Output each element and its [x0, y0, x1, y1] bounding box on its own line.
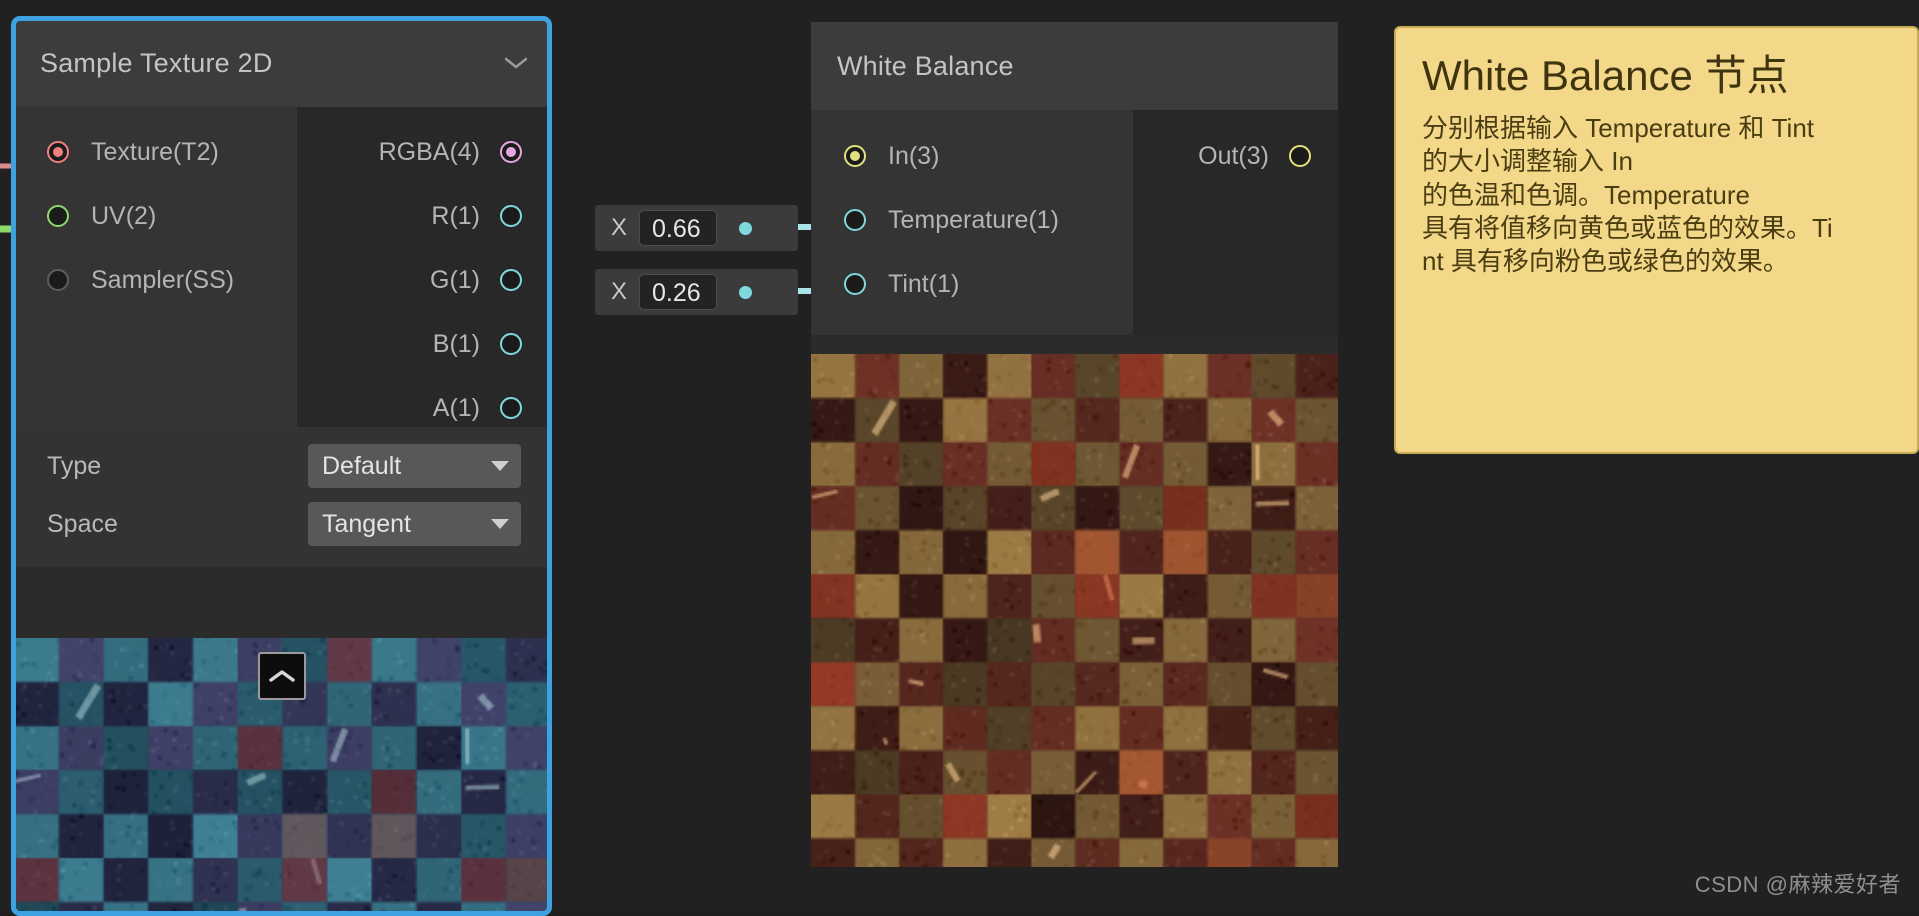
- sticky-note-body: 分别根据输入 Temperature 和 Tint 的大小调整输入 In 的色温…: [1422, 113, 1833, 277]
- dropdown-type[interactable]: Default: [308, 444, 521, 488]
- edge-rgba-to-in: [510, 165, 860, 171]
- chevron-up-icon: [268, 670, 295, 682]
- port-dot-out[interactable]: [1289, 145, 1311, 167]
- inline-input-temperature[interactable]: X 0.66: [595, 205, 798, 251]
- input-port-tint[interactable]: Tint(1): [811, 252, 1133, 316]
- control-row-space: Space Tangent: [14, 495, 549, 553]
- input-port-label: Temperature(1): [888, 205, 1059, 234]
- node-header-sample-texture-2d[interactable]: Sample Texture 2D: [14, 19, 549, 107]
- input-port-uv[interactable]: UV(2): [14, 184, 297, 248]
- inline-port-dot-temperature[interactable]: [739, 221, 753, 235]
- control-label-type: Type: [47, 451, 102, 480]
- node-preview-white-balance[interactable]: [811, 354, 1338, 867]
- output-port-label: A(1): [432, 393, 480, 422]
- node-controls-sample-texture-2d: Type Default Space Tangent: [14, 427, 549, 567]
- output-ports-column: RGBA(4) R(1) G(1) B(1) A(1): [297, 107, 549, 427]
- output-port-b[interactable]: B(1): [297, 312, 549, 376]
- control-row-type: Type Default: [14, 437, 549, 495]
- chevron-down-icon[interactable]: [505, 57, 527, 69]
- input-port-label: Tint(1): [888, 269, 960, 298]
- node-white-balance[interactable]: White Balance In(3) Temperature(1) Tint(…: [811, 22, 1338, 867]
- output-port-label: G(1): [430, 265, 480, 294]
- node-preview-sample-texture[interactable]: [14, 638, 549, 913]
- dropdown-space[interactable]: Tangent: [308, 502, 521, 546]
- output-port-out[interactable]: Out(3): [1133, 124, 1338, 188]
- input-ports-column: In(3) Temperature(1) Tint(1): [811, 110, 1133, 335]
- output-port-label: B(1): [432, 329, 480, 358]
- port-dot-uv[interactable]: [47, 205, 69, 227]
- temperature-value-field[interactable]: 0.66: [639, 210, 718, 246]
- input-port-texture[interactable]: Texture(T2): [14, 120, 297, 184]
- node-ports-white-balance: In(3) Temperature(1) Tint(1) Out(3): [811, 110, 1338, 335]
- inline-input-tint[interactable]: X 0.26: [595, 269, 798, 315]
- port-dot-r[interactable]: [500, 205, 522, 227]
- input-port-label: Sampler(SS): [91, 265, 235, 294]
- port-dot-sampler[interactable]: [47, 269, 69, 291]
- dropdown-type-value: Default: [322, 451, 402, 480]
- preview-collapse-button[interactable]: [257, 652, 306, 700]
- output-port-r[interactable]: R(1): [297, 184, 549, 248]
- axis-label-x: X: [611, 214, 628, 241]
- port-dot-b[interactable]: [500, 333, 522, 355]
- input-port-temperature[interactable]: Temperature(1): [811, 188, 1133, 252]
- inline-port-dot-tint[interactable]: [739, 285, 753, 299]
- sticky-note-title: White Balance 节点: [1422, 52, 1789, 99]
- tint-value-field[interactable]: 0.26: [639, 274, 718, 310]
- control-label-space: Space: [47, 509, 118, 538]
- watermark-label: CSDN @麻辣爱好者: [1694, 872, 1901, 897]
- input-port-sampler[interactable]: Sampler(SS): [14, 248, 297, 312]
- node-sample-texture-2d[interactable]: Sample Texture 2D Texture(T2) UV(2) Samp…: [14, 19, 549, 913]
- port-dot-texture[interactable]: [47, 141, 69, 163]
- output-ports-column: Out(3): [1133, 110, 1338, 335]
- preview-image-warm: [811, 354, 1338, 867]
- output-port-g[interactable]: G(1): [297, 248, 549, 312]
- dropdown-space-value: Tangent: [322, 509, 411, 538]
- input-port-in[interactable]: In(3): [811, 124, 1133, 188]
- input-port-label: In(3): [888, 141, 940, 170]
- output-port-label: R(1): [431, 201, 480, 230]
- port-dot-temperature[interactable]: [844, 209, 866, 231]
- node-title: Sample Texture 2D: [40, 47, 273, 78]
- node-ports-sample-texture-2d: Texture(T2) UV(2) Sampler(SS) RGBA(4) R(…: [14, 107, 549, 427]
- output-port-label: Out(3): [1198, 141, 1269, 170]
- port-dot-tint[interactable]: [844, 273, 866, 295]
- input-port-label: UV(2): [91, 201, 157, 230]
- node-header-white-balance[interactable]: White Balance: [811, 22, 1338, 110]
- port-dot-rgba[interactable]: [500, 141, 522, 163]
- chevron-down-icon: [491, 461, 509, 471]
- port-dot-in[interactable]: [844, 145, 866, 167]
- output-port-rgba[interactable]: RGBA(4): [297, 120, 549, 184]
- input-ports-column: Texture(T2) UV(2) Sampler(SS): [14, 107, 297, 427]
- port-dot-a[interactable]: [500, 397, 522, 419]
- node-title: White Balance: [837, 50, 1014, 81]
- axis-label-x: X: [611, 278, 628, 305]
- port-dot-g[interactable]: [500, 269, 522, 291]
- output-port-label: RGBA(4): [378, 137, 480, 166]
- graph-canvas[interactable]: Sample Texture 2D Texture(T2) UV(2) Samp…: [0, 0, 1919, 916]
- sticky-note-white-balance[interactable]: White Balance 节点 分别根据输入 Temperature 和 Ti…: [1394, 26, 1919, 454]
- input-port-label: Texture(T2): [91, 137, 219, 166]
- output-port-a[interactable]: A(1): [297, 376, 549, 440]
- chevron-down-icon: [491, 519, 509, 529]
